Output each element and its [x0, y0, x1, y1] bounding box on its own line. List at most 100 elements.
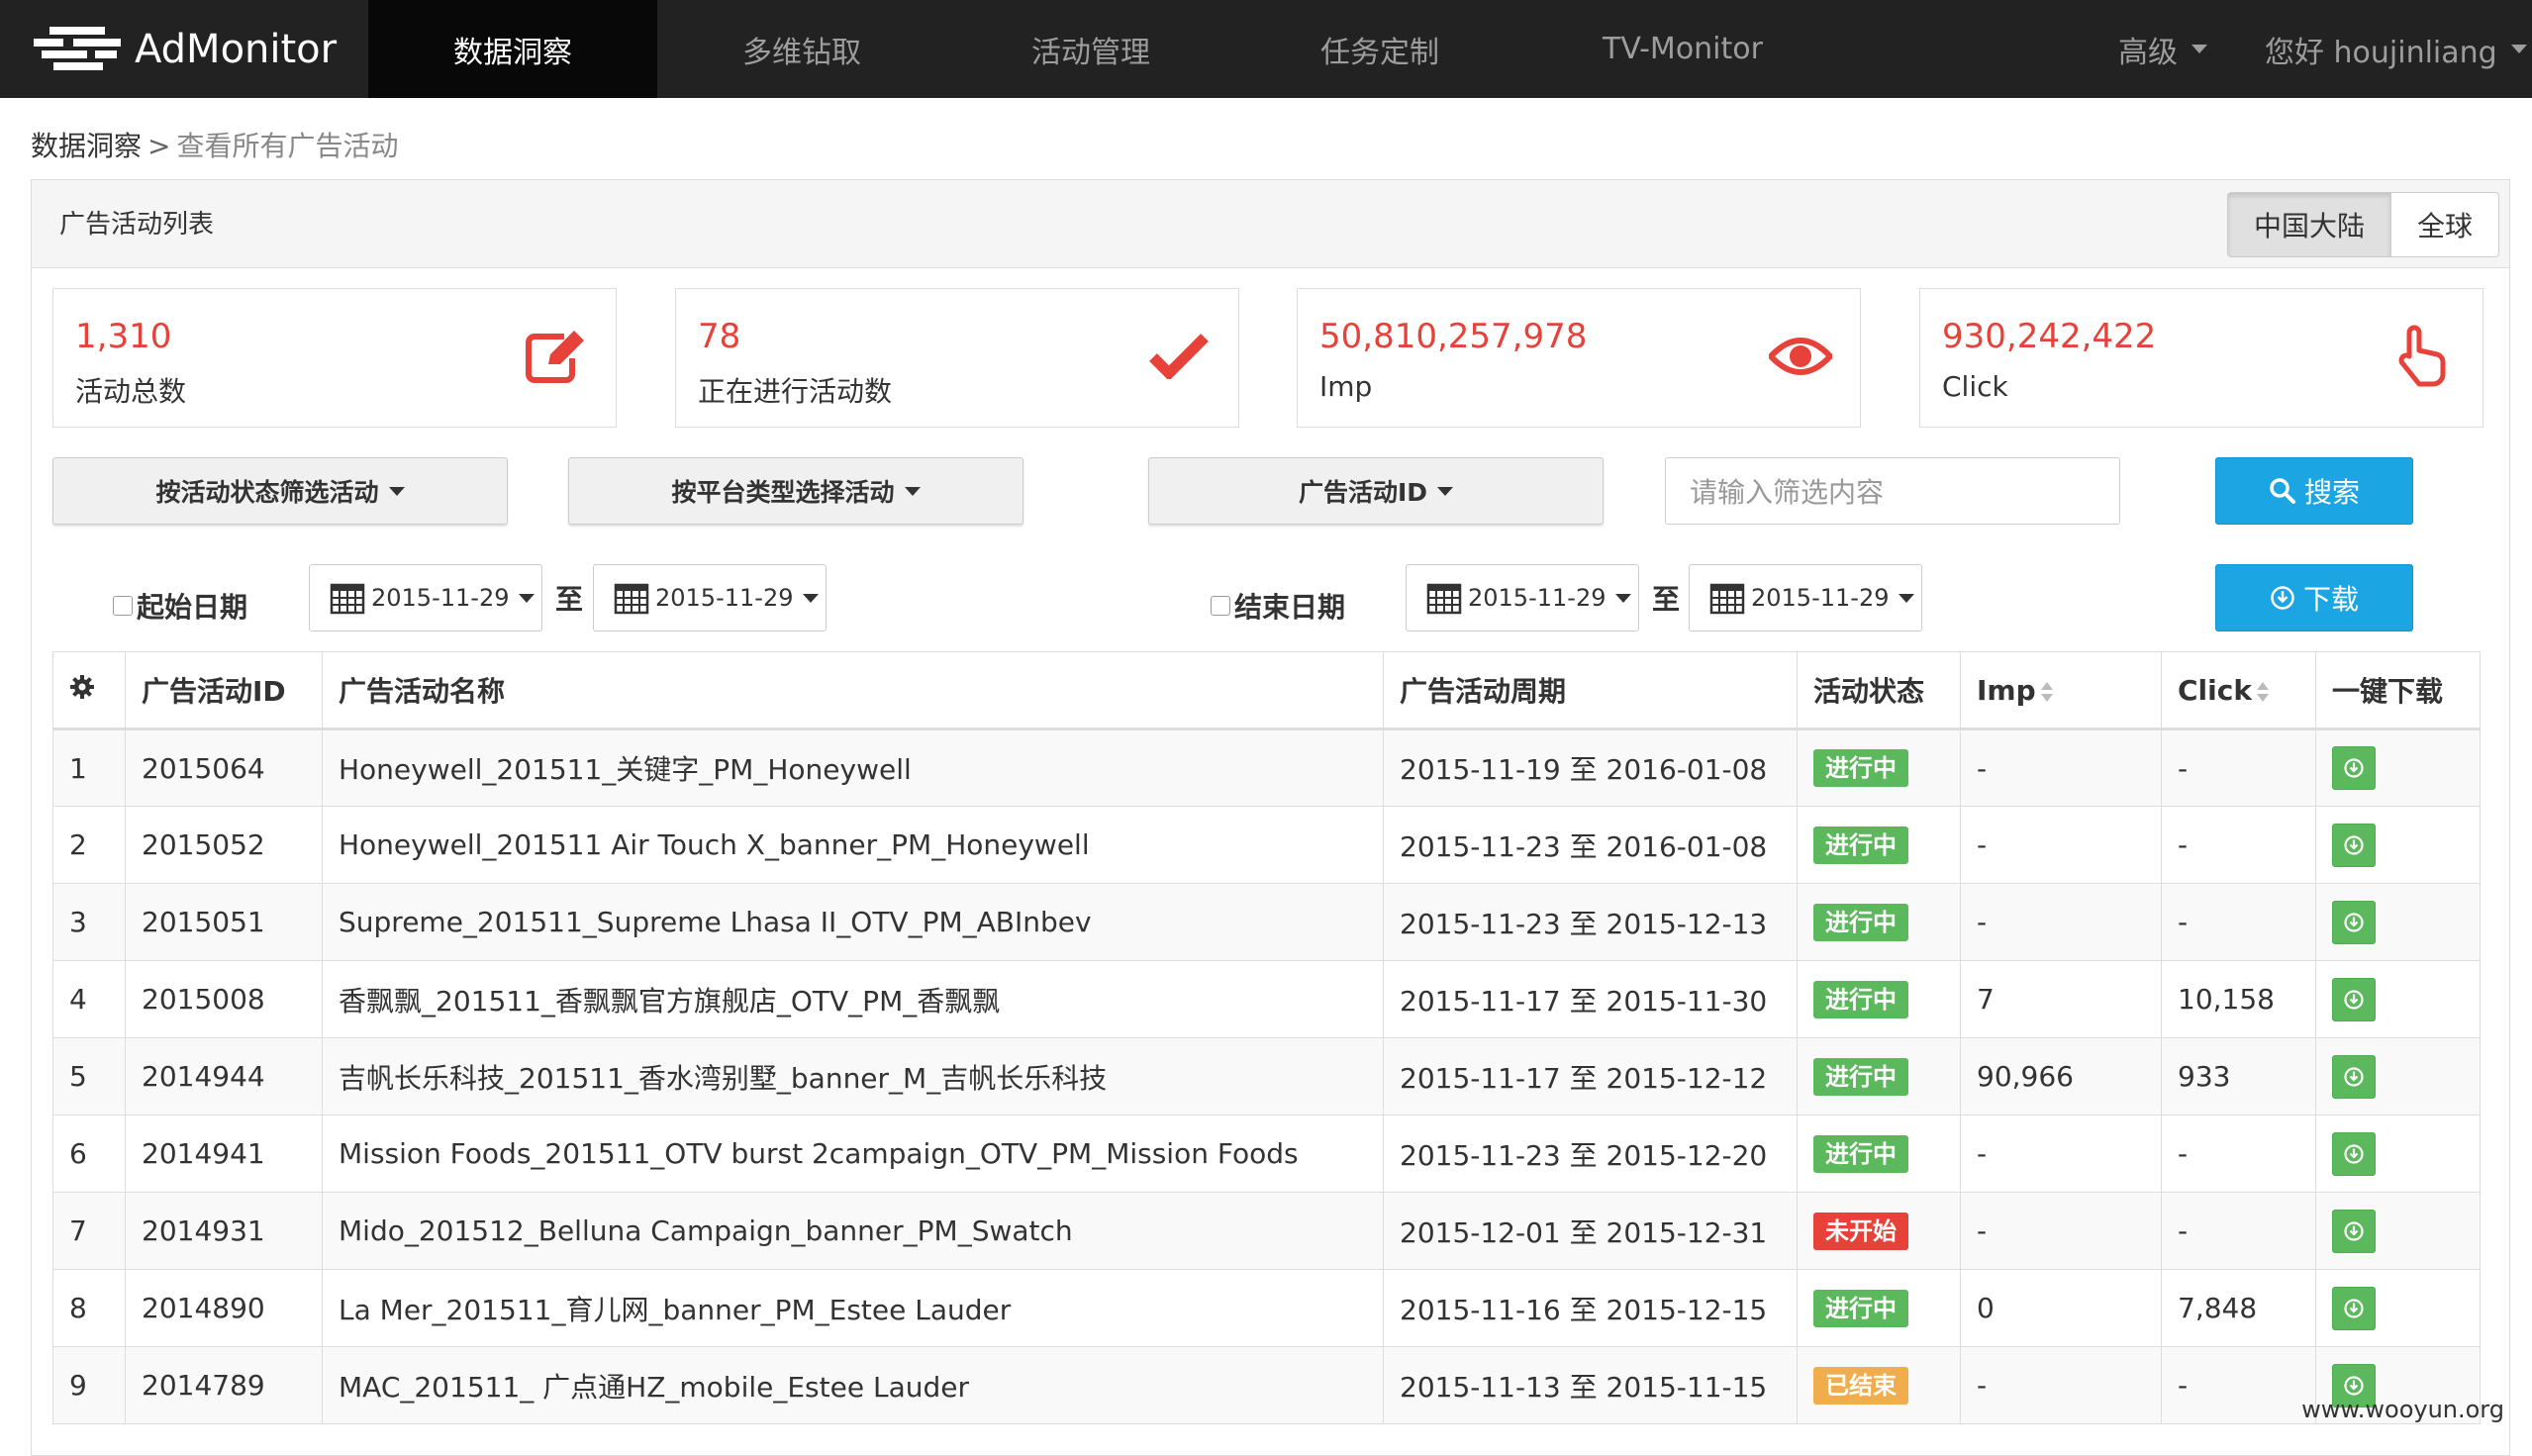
row-index: 7 [52, 1192, 126, 1270]
platform-filter-label: 按平台类型选择活动 [671, 478, 895, 507]
sort-icon [2040, 681, 2053, 702]
download-button[interactable]: 下载 [2215, 564, 2413, 631]
stat-label: Imp [1319, 370, 1373, 403]
brand-logo[interactable]: AdMonitor [34, 0, 337, 98]
check-icon [1139, 317, 1218, 396]
status-badge: 已结束 [1813, 1366, 1908, 1405]
campaign-name[interactable]: 吉帆长乐科技_201511_香水湾别墅_banner_M_吉帆长乐科技 [322, 1037, 1384, 1116]
campaign-name[interactable]: Mission Foods_201511_OTV burst 2campaign… [322, 1115, 1384, 1193]
end-date-checkbox[interactable]: 结束日期 [1211, 586, 1345, 626]
column-header-imp[interactable]: Imp [1960, 651, 2162, 730]
click-value: - [2161, 1115, 2316, 1193]
nav-item-tv-monitor[interactable]: TV-Monitor [1544, 0, 1821, 98]
end-date-from-picker[interactable]: 2015-11-29 [1406, 564, 1639, 631]
download-circle-icon [2344, 834, 2364, 855]
campaign-table: 广告活动ID 广告活动名称 广告活动周期 活动状态 Imp Click 一键下载… [52, 651, 2481, 1424]
row-download-button[interactable] [2332, 1209, 2376, 1253]
table-row[interactable]: 7 2014931 Mido_201512_Belluna Campaign_b… [52, 1192, 2481, 1270]
campaign-name[interactable]: La Mer_201511_育儿网_banner_PM_Estee Lauder [322, 1269, 1384, 1347]
table-row[interactable]: 2 2015052 Honeywell_201511 Air Touch X_b… [52, 806, 2481, 884]
start-date-from-picker[interactable]: 2015-11-29 [309, 564, 542, 631]
imp-value: 7 [1960, 960, 2162, 1038]
campaign-name[interactable]: Honeywell_201511 Air Touch X_banner_PM_H… [322, 806, 1384, 884]
status-badge: 未开始 [1813, 1212, 1908, 1250]
region-global-button[interactable]: 全球 [2390, 193, 2498, 256]
row-index: 2 [52, 806, 126, 884]
date-value: 2015-11-29 [1751, 584, 1890, 612]
table-row[interactable]: 4 2015008 香飘飘_201511_香飘飘官方旗舰店_OTV_PM_香飘飘… [52, 960, 2481, 1038]
row-index: 5 [52, 1037, 126, 1116]
filter-field-label: 广告活动ID [1298, 478, 1428, 507]
campaign-name[interactable]: 香飘飘_201511_香飘飘官方旗舰店_OTV_PM_香飘飘 [322, 960, 1384, 1038]
table-row[interactable]: 3 2015051 Supreme_201511_Supreme Lhasa I… [52, 883, 2481, 961]
imp-value: - [1960, 1115, 2162, 1193]
campaign-name[interactable]: Mido_201512_Belluna Campaign_banner_PM_S… [322, 1192, 1384, 1270]
table-header-row: 广告活动ID 广告活动名称 广告活动周期 活动状态 Imp Click 一键下载 [52, 651, 2481, 730]
column-header-label: Imp [1977, 673, 2036, 707]
column-settings[interactable] [52, 651, 126, 730]
nav-item-data-insight[interactable]: 数据洞察 [368, 0, 657, 98]
table-row[interactable]: 8 2014890 La Mer_201511_育儿网_banner_PM_Es… [52, 1269, 2481, 1347]
row-download-button[interactable] [2332, 900, 2376, 944]
column-header-label: Click [2178, 673, 2252, 707]
user-dropdown[interactable]: 您好 houjinliang [2265, 0, 2527, 98]
row-download-button[interactable] [2332, 1054, 2376, 1099]
breadcrumb-root[interactable]: 数据洞察 [31, 130, 142, 162]
table-row[interactable]: 1 2015064 Honeywell_201511_关键字_PM_Honeyw… [52, 728, 2481, 807]
search-button[interactable]: 搜索 [2215, 457, 2413, 525]
row-download-button[interactable] [2332, 1286, 2376, 1330]
row-download-button[interactable] [2332, 823, 2376, 867]
status-filter-label: 按活动状态筛选活动 [155, 478, 379, 507]
caret-down-icon [1437, 486, 1454, 496]
nav-item-campaign-management[interactable]: 活动管理 [946, 0, 1235, 98]
download-cell [2315, 960, 2481, 1038]
nav-item-task-custom[interactable]: 任务定制 [1235, 0, 1524, 98]
filter-field-dropdown[interactable]: 广告活动ID [1148, 457, 1604, 525]
column-header-click[interactable]: Click [2161, 651, 2316, 730]
column-header: 广告活动周期 [1383, 651, 1798, 730]
table-row[interactable]: 6 2014941 Mission Foods_201511_OTV burst… [52, 1115, 2481, 1193]
advanced-dropdown[interactable]: 高级 [2118, 0, 2207, 98]
row-index: 8 [52, 1269, 126, 1347]
checkbox-box[interactable] [113, 596, 133, 616]
download-cell [2315, 883, 2481, 961]
campaign-status-cell: 进行中 [1797, 806, 1961, 884]
checkbox-box[interactable] [1211, 596, 1230, 616]
table-row[interactable]: 9 2014789 MAC_201511_ 广点通HZ_mobile_Estee… [52, 1346, 2481, 1424]
campaign-status-cell: 未开始 [1797, 1192, 1961, 1270]
platform-filter-dropdown[interactable]: 按平台类型选择活动 [568, 457, 1023, 525]
calendar-icon [1426, 583, 1462, 615]
row-index: 1 [52, 728, 126, 807]
nav-item-drilldown[interactable]: 多维钻取 [657, 0, 946, 98]
eye-icon [1761, 317, 1840, 396]
campaign-name[interactable]: Supreme_201511_Supreme Lhasa II_OTV_PM_A… [322, 883, 1384, 961]
campaign-period: 2015-11-19 至 2016-01-08 [1383, 728, 1798, 807]
start-date-checkbox[interactable]: 起始日期 [113, 586, 247, 626]
download-cell [2315, 728, 2481, 807]
breadcrumb: 数据洞察 > 查看所有广告活动 [31, 125, 399, 164]
start-date-to-picker[interactable]: 2015-11-29 [593, 564, 827, 631]
table-row[interactable]: 5 2014944 吉帆长乐科技_201511_香水湾别墅_banner_M_吉… [52, 1037, 2481, 1116]
caret-down-icon [388, 486, 405, 496]
campaign-period: 2015-11-23 至 2015-12-20 [1383, 1115, 1798, 1193]
campaign-id: 2015052 [125, 806, 323, 884]
campaign-period: 2015-11-23 至 2016-01-08 [1383, 806, 1798, 884]
region-china-button[interactable]: 中国大陆 [2227, 193, 2391, 256]
row-download-button[interactable] [2332, 977, 2376, 1021]
campaign-name[interactable]: Honeywell_201511_关键字_PM_Honeywell [322, 728, 1384, 807]
status-badge: 进行中 [1813, 825, 1908, 864]
stat-card-imp: 50,810,257,978 Imp [1297, 288, 1861, 428]
status-filter-dropdown[interactable]: 按活动状态筛选活动 [52, 457, 508, 525]
campaign-id: 2014944 [125, 1037, 323, 1116]
campaign-period: 2015-12-01 至 2015-12-31 [1383, 1192, 1798, 1270]
status-badge: 进行中 [1813, 1134, 1908, 1173]
campaign-status-cell: 进行中 [1797, 883, 1961, 961]
row-download-button[interactable] [2332, 746, 2376, 790]
caret-down-icon [519, 593, 536, 603]
filter-input[interactable]: 请输入筛选内容 [1665, 457, 2120, 525]
campaign-name[interactable]: MAC_201511_ 广点通HZ_mobile_Estee Lauder [322, 1346, 1384, 1424]
end-date-to-picker[interactable]: 2015-11-29 [1689, 564, 1922, 631]
row-download-button[interactable] [2332, 1131, 2376, 1176]
download-circle-icon [2344, 989, 2364, 1010]
campaign-status-cell: 进行中 [1797, 1037, 1961, 1116]
